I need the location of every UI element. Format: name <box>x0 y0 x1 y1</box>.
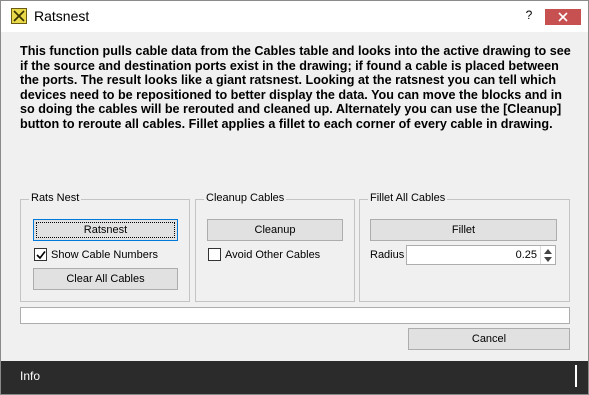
window-title: Ratsnest <box>34 8 90 24</box>
radius-label: Radius <box>370 249 405 261</box>
status-field[interactable] <box>20 307 570 324</box>
rats-nest-group-title: Rats Nest <box>29 192 82 204</box>
app-icon <box>11 8 27 24</box>
cleanup-button[interactable]: Cleanup <box>207 219 343 241</box>
avoid-other-cables-label[interactable]: Avoid Other Cables <box>225 249 320 261</box>
close-icon <box>558 12 568 22</box>
spin-up-icon[interactable] <box>544 249 552 254</box>
radius-spinbox[interactable]: 0.25 <box>406 245 556 265</box>
spin-down-icon[interactable] <box>544 257 552 262</box>
clear-all-cables-button[interactable]: Clear All Cables <box>33 268 178 290</box>
radius-value[interactable]: 0.25 <box>516 249 537 261</box>
fillet-group-title: Fillet All Cables <box>368 192 448 204</box>
checkmark-icon <box>36 251 46 260</box>
cancel-button[interactable]: Cancel <box>408 328 570 350</box>
info-bar-divider <box>575 365 577 387</box>
cleanup-cables-group-title: Cleanup Cables <box>204 192 287 204</box>
radius-spin-arrows[interactable] <box>540 246 555 264</box>
description-text: This function pulls cable data from the … <box>20 44 571 131</box>
avoid-other-cables-checkbox[interactable] <box>208 248 221 261</box>
title-bar[interactable]: Ratsnest ? <box>1 1 588 32</box>
focus-ring <box>36 222 175 238</box>
info-bar: Info <box>1 361 588 394</box>
show-cable-numbers-label[interactable]: Show Cable Numbers <box>51 249 158 261</box>
info-label: Info <box>20 369 41 383</box>
fillet-button[interactable]: Fillet <box>370 219 557 241</box>
help-button[interactable]: ? <box>521 8 537 22</box>
close-button[interactable] <box>545 9 581 25</box>
show-cable-numbers-checkbox[interactable] <box>34 248 47 261</box>
ratsnest-button[interactable]: Ratsnest <box>33 219 178 241</box>
ratsnest-dialog: Ratsnest ? This function pulls cable dat… <box>0 0 589 395</box>
